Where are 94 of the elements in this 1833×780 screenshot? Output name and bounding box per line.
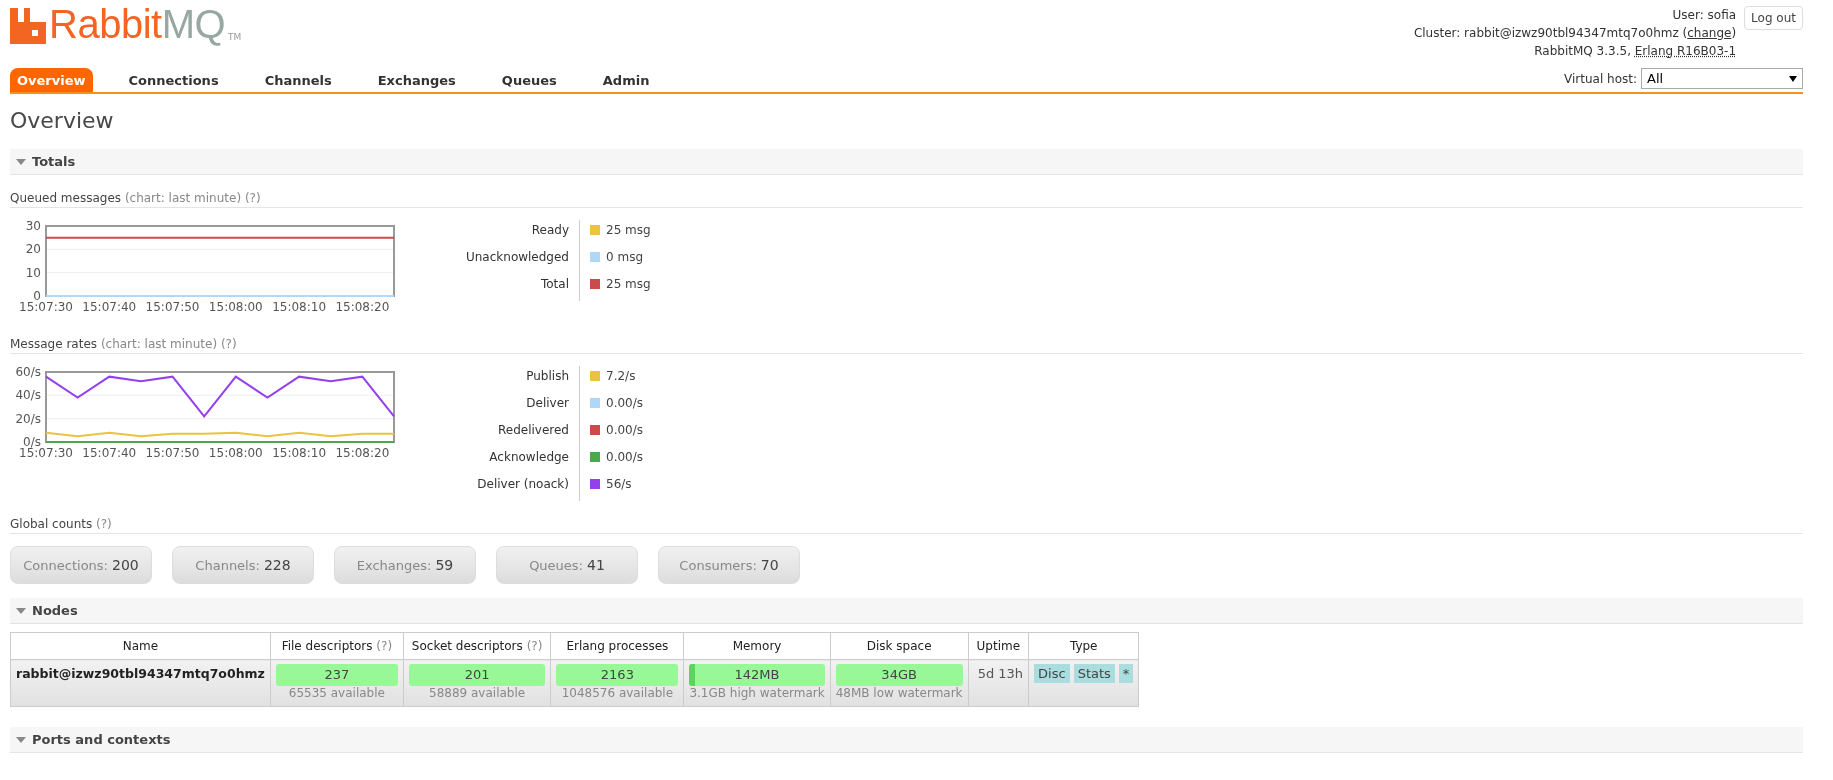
logo-text: RabbitMQ: [49, 4, 226, 44]
usage-note: 58889 available: [428, 686, 527, 700]
legend-value: 56/s: [606, 476, 632, 493]
nav-tab[interactable]: Channels: [244, 68, 352, 92]
column-header: Name: [10, 632, 271, 660]
count-card[interactable]: Channels: 228: [172, 546, 314, 584]
legend-label: Unacknowledged: [410, 247, 580, 274]
legend-label: Ready: [410, 220, 580, 247]
axis-label: 15:07:30: [19, 300, 73, 314]
count-card[interactable]: Consumers: 70: [658, 546, 800, 584]
axis-label: 15:07:50: [145, 446, 200, 460]
version-info: RabbitMQ 3.3.5, Erlang R16B03-1: [1533, 43, 1737, 60]
user-info: User: sofia: [1671, 7, 1737, 24]
axis-label: 15:08:00: [208, 446, 263, 460]
count-card[interactable]: Queues: 41: [496, 546, 638, 584]
axis-label: 40/s: [15, 388, 41, 403]
legend-label: Redelivered: [410, 420, 580, 447]
uptime-cell: 5d 13h: [968, 659, 1029, 707]
axis-label: 20/s: [15, 411, 41, 426]
axis-label: 15:08:00: [208, 300, 263, 314]
usage-bar: 201: [408, 664, 546, 686]
axis-label: 15:07:50: [145, 300, 200, 314]
cluster-info: Cluster: rabbit@izwz90tbl94347mtq7o0hmz (change): [1413, 25, 1737, 42]
legend-label: Acknowledge: [410, 447, 580, 474]
counts-heading: Global counts (?): [10, 517, 1803, 534]
axis-label: 15:08:20: [335, 300, 390, 314]
legend-value: 0.00/s: [606, 422, 643, 439]
logo-icon[interactable]: [10, 8, 46, 44]
axis-label: 15:07:30: [19, 446, 73, 460]
axis-label: 30: [25, 220, 41, 233]
legend-value: 25 msg: [606, 276, 651, 293]
column-header: Type: [1028, 632, 1139, 660]
section-title[interactable]: Totals: [32, 154, 76, 169]
triangle-down-icon[interactable]: [16, 157, 26, 166]
count-card[interactable]: Exchanges: 59: [334, 546, 476, 584]
section-title[interactable]: Ports and contexts: [32, 732, 171, 747]
axis-label: 15:08:10: [272, 446, 327, 460]
chart-heading: Queued messages (chart: last minute) (?): [10, 191, 1803, 208]
type-tag: Disc: [1034, 664, 1070, 683]
caret-icon: [1789, 75, 1797, 82]
column-header: Uptime: [968, 632, 1029, 660]
axis-label: 15:08:20: [335, 446, 390, 460]
usage-bar: 2163: [556, 664, 679, 686]
usage-bar: 237: [275, 664, 398, 686]
nav-tab[interactable]: Exchanges: [357, 68, 476, 92]
usage-note: 3.1GB high watermark: [689, 686, 825, 700]
legend-label: Deliver (noack): [410, 474, 580, 501]
axis-label: 20: [25, 242, 41, 257]
type-tag: Stats: [1073, 664, 1115, 683]
legend-label: Publish: [410, 366, 580, 393]
axis-label: 10: [25, 265, 41, 280]
legend-value: 0.00/s: [606, 395, 643, 412]
usage-bar: 142MB: [689, 664, 825, 686]
axis-label: 15:07:40: [82, 300, 137, 314]
section-header[interactable]: Totals: [10, 149, 1803, 175]
node-name[interactable]: rabbit@izwz90tbl94347mtq7o0hmz: [10, 659, 271, 707]
erlang-link[interactable]: Erlang R16B03-1: [1634, 44, 1737, 58]
legend-value: 25 msg: [606, 222, 651, 239]
axis-label: 0/s: [23, 435, 41, 449]
column-header: Socket descriptors (?): [403, 632, 551, 660]
triangle-down-icon[interactable]: [16, 606, 26, 615]
column-header: File descriptors (?): [270, 632, 404, 660]
legend-value: 7.2/s: [606, 368, 636, 385]
column-header: Disk space: [830, 632, 969, 660]
vhost-dropdown[interactable]: All: [1641, 68, 1803, 89]
triangle-down-icon[interactable]: [16, 735, 26, 744]
usage-note: 48MB low watermark: [835, 686, 963, 700]
nav-tab[interactable]: Admin: [582, 68, 670, 92]
axis-label: 15:07:40: [82, 446, 137, 460]
trademark-mark: TM: [228, 32, 242, 42]
legend-value: 0 msg: [606, 249, 643, 266]
vhost-label: Virtual host:: [1564, 71, 1637, 86]
page-title: Overview: [10, 108, 115, 133]
change-link[interactable]: change: [1687, 26, 1732, 40]
axis-label: 15:08:10: [272, 300, 327, 314]
axis-label: 60/s: [15, 366, 41, 379]
column-header: Erlang processes: [550, 632, 684, 660]
nav-tab[interactable]: Connections: [108, 68, 239, 92]
usage-note: 1048576 available: [560, 686, 675, 700]
chart-heading: Message rates (chart: last minute) (?): [10, 337, 1803, 354]
section-header[interactable]: Ports and contexts: [10, 727, 1803, 753]
column-header: Memory: [683, 632, 831, 660]
count-card[interactable]: Connections: 200: [10, 546, 152, 584]
section-title[interactable]: Nodes: [32, 603, 78, 618]
nav-tab[interactable]: Queues: [481, 68, 577, 92]
logout-button[interactable]: Log out: [1744, 6, 1803, 30]
legend-label: Total: [410, 274, 580, 301]
legend-label: Deliver: [410, 393, 580, 420]
axis-label: 0: [33, 289, 41, 303]
usage-note: 65535 available: [287, 686, 386, 700]
legend-value: 0.00/s: [606, 449, 643, 466]
usage-bar: 34GB: [835, 664, 963, 686]
type-tag: *: [1118, 664, 1134, 683]
section-header[interactable]: Nodes: [10, 598, 1803, 624]
